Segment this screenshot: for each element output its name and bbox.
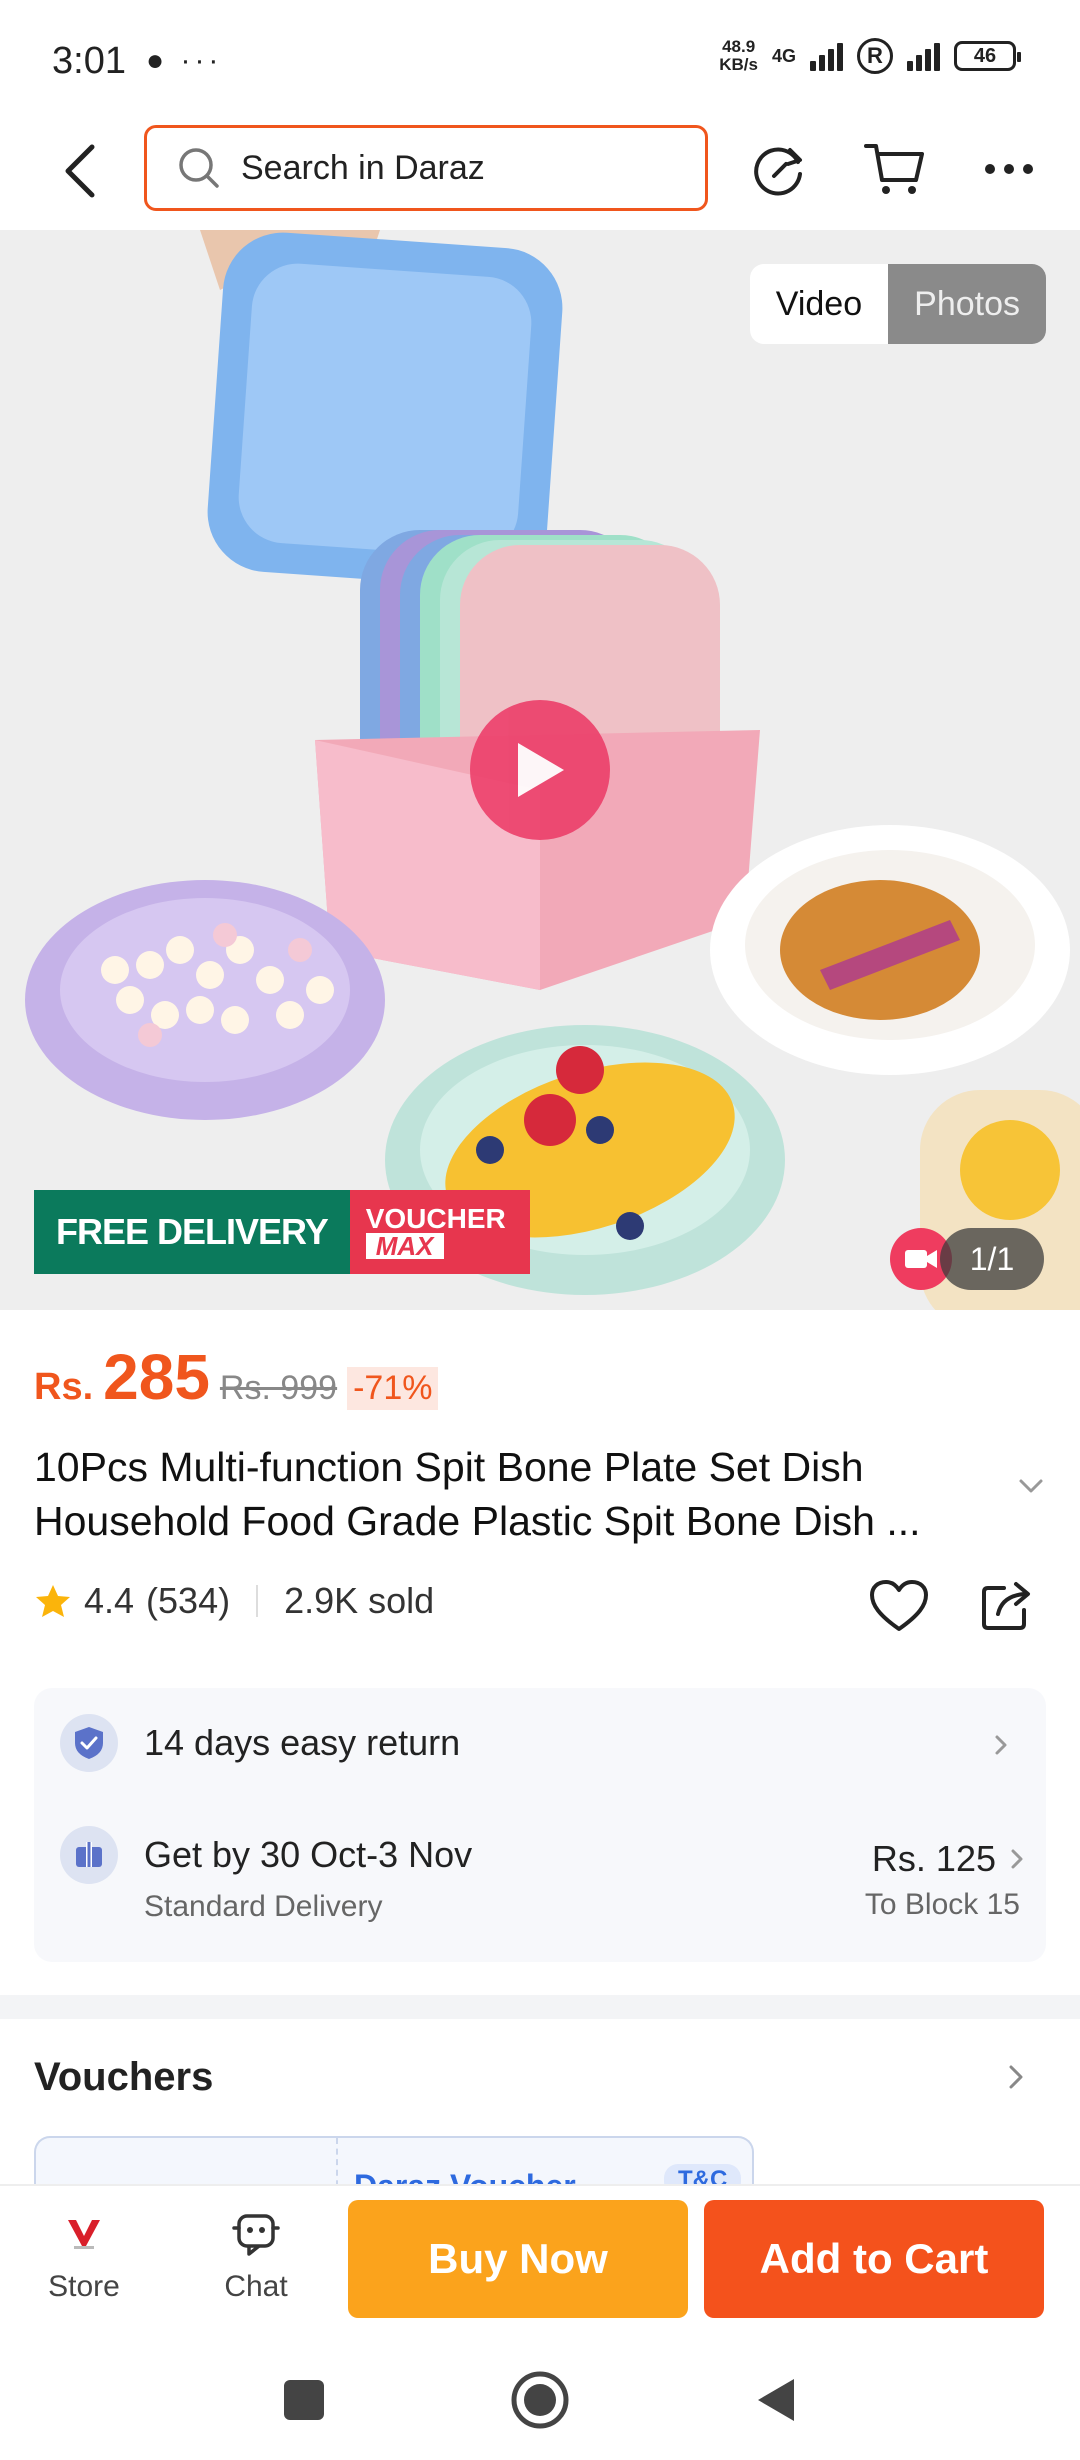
store-label: Store: [48, 2270, 120, 2303]
buy-now-button[interactable]: Buy Now: [348, 2200, 688, 2318]
return-policy-row[interactable]: 14 days easy return: [60, 1714, 460, 1772]
review-count: (534): [146, 1580, 231, 1621]
more-icon: [985, 164, 1033, 174]
price-row: Rs. 285 Rs. 999 -71%: [34, 1340, 439, 1414]
delivery-fee[interactable]: Rs. 125 To Block 15: [865, 1838, 1024, 1922]
divider: [256, 1585, 259, 1617]
top-nav: Search in Daraz: [0, 120, 1080, 230]
star-icon: [36, 1585, 70, 1617]
home-button[interactable]: [510, 2370, 570, 2430]
refresh-icon: [754, 147, 802, 196]
return-policy-text: 14 days easy return: [144, 1722, 461, 1763]
delivery-date: Get by 30 Oct-3 Nov: [144, 1834, 473, 1875]
system-navigation-bar: [0, 2330, 1080, 2460]
triangle-back-icon: [758, 2379, 794, 2421]
cart-icon: [864, 144, 924, 194]
chat-icon: [196, 2206, 316, 2262]
sold-count: 2.9K sold: [284, 1580, 435, 1621]
network-type: 4G: [771, 45, 796, 66]
battery-icon: 46: [954, 41, 1021, 71]
free-delivery-badge: FREE DELIVERY VOUCHER MAX: [34, 1190, 530, 1274]
chevron-down-icon[interactable]: [1018, 1478, 1044, 1494]
store-button[interactable]: Store: [24, 2206, 144, 2304]
status-right-icons: 48.9 KB/s 4G R 46: [719, 37, 1021, 74]
chevron-right-icon[interactable]: [1008, 2064, 1024, 2090]
product-image-gallery[interactable]: Video Photos FREE DELIVERY VOUCHER MAX 1…: [0, 230, 1080, 1310]
media-toggle: Video Photos: [749, 264, 1046, 344]
back-arrow-icon: [65, 144, 95, 198]
back-button[interactable]: [50, 138, 110, 204]
search-input[interactable]: Search in Daraz: [144, 125, 708, 211]
heart-icon: [870, 1580, 928, 1631]
chevron-right-icon[interactable]: [994, 1734, 1008, 1756]
product-title[interactable]: 10Pcs Multi-function Spit Bone Plate Set…: [34, 1440, 1004, 1548]
current-price: 285: [103, 1341, 210, 1413]
tab-photos[interactable]: Photos: [888, 264, 1046, 344]
refresh-button[interactable]: [746, 136, 812, 202]
camera-icon: [905, 1250, 937, 1268]
price-currency: Rs.: [34, 1366, 94, 1408]
bottom-action-bar: Store Chat Buy Now Add to Cart: [0, 2184, 1080, 2330]
chat-button[interactable]: Chat: [196, 2206, 316, 2304]
status-time: 3:01: [52, 40, 126, 82]
wishlist-button[interactable]: [866, 1576, 932, 1636]
free-delivery-label: FREE DELIVERY: [34, 1190, 350, 1274]
status-bar: 3:01 ● ··· 48.9 KB/s 4G R 46: [0, 0, 1080, 120]
delivery-row[interactable]: Get by 30 Oct-3 Nov Standard Delivery: [60, 1826, 472, 1924]
share-button[interactable]: [976, 1574, 1038, 1636]
shield-icon: [60, 1714, 118, 1772]
chevron-right-icon: [1011, 1849, 1023, 1869]
back-nav-button[interactable]: [746, 2370, 806, 2430]
original-price: Rs. 999: [219, 1369, 338, 1407]
store-logo-icon: [24, 2206, 144, 2262]
notification-icons: ● ···: [146, 44, 223, 77]
square-icon: [284, 2380, 324, 2420]
play-icon: [518, 743, 564, 797]
home-circle-icon: [511, 2371, 569, 2429]
voucher-max-label: VOUCHER MAX: [349, 1190, 530, 1274]
signal-icon: [907, 41, 940, 71]
delivery-price: Rs. 125: [871, 1838, 996, 1879]
vouchers-heading: Vouchers: [34, 2055, 214, 2099]
net-speed: 48.9 KB/s: [719, 37, 758, 74]
more-menu-button[interactable]: [976, 136, 1042, 202]
add-to-cart-button[interactable]: Add to Cart: [704, 2200, 1044, 2318]
service-card: 14 days easy return Get by 30 Oct-3 Nov …: [34, 1688, 1046, 1962]
tab-video[interactable]: Video: [749, 264, 889, 344]
roaming-icon: R: [857, 38, 893, 74]
search-icon: [179, 148, 219, 188]
section-divider: [0, 1995, 1080, 2019]
share-icon: [982, 1582, 1030, 1630]
image-counter: 1/1: [940, 1228, 1044, 1290]
signal-icon: [810, 41, 843, 71]
search-placeholder: Search in Daraz: [241, 148, 485, 187]
play-video-button[interactable]: [470, 700, 610, 840]
delivery-location: To Block 15: [864, 1888, 1020, 1921]
discount-badge: -71%: [347, 1367, 439, 1410]
cart-button[interactable]: [862, 136, 928, 202]
delivery-type: Standard Delivery: [144, 1890, 383, 1923]
recents-button[interactable]: [274, 2370, 334, 2430]
delivery-box-icon: [60, 1826, 118, 1884]
rating-value: 4.4: [84, 1580, 135, 1621]
rating-row[interactable]: 4.4 (534) 2.9K sold: [34, 1580, 434, 1622]
chat-label: Chat: [224, 2270, 288, 2303]
